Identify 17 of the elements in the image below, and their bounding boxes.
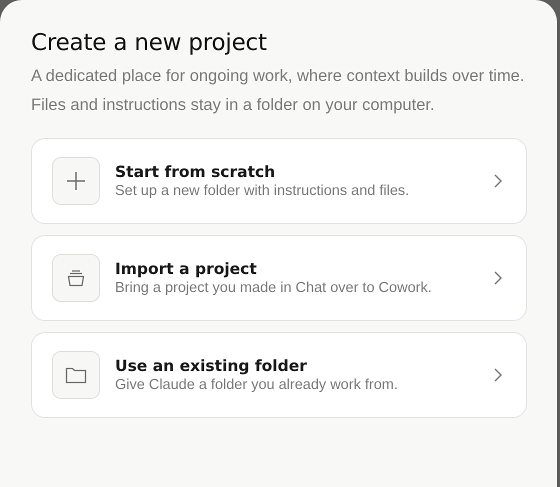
chevron-right-icon bbox=[494, 368, 502, 382]
dialog-description: A dedicated place for ongoing work, where context builds over time. Files and instructions stay in a folder on your computer. bbox=[31, 66, 526, 116]
option-description: Give Claude a folder you already work from. bbox=[115, 377, 399, 393]
option-title: Use an existing folder bbox=[115, 357, 308, 375]
folder-icon bbox=[65, 366, 87, 384]
option-card[interactable]: Import a project Bring a project you made in Chat over to Cowork. bbox=[31, 235, 527, 321]
dialog-title: Create a new project bbox=[31, 30, 268, 56]
option-title: Start from scratch bbox=[115, 163, 276, 181]
option-card[interactable]: Start from scratch Set up a new folder with instructions and files. bbox=[31, 138, 527, 224]
chevron-right-icon bbox=[494, 271, 502, 285]
option-description: Set up a new folder with instructions and files. bbox=[115, 183, 410, 199]
chevron-right-icon bbox=[494, 174, 502, 188]
option-card[interactable]: Use an existing folder Give Claude a folder you already work from. bbox=[31, 332, 527, 418]
plus-icon bbox=[66, 171, 86, 191]
option-description: Bring a project you made in Chat over to Cowork. bbox=[115, 280, 433, 296]
tray-icon bbox=[67, 270, 85, 286]
option-title: Import a project bbox=[115, 260, 258, 278]
